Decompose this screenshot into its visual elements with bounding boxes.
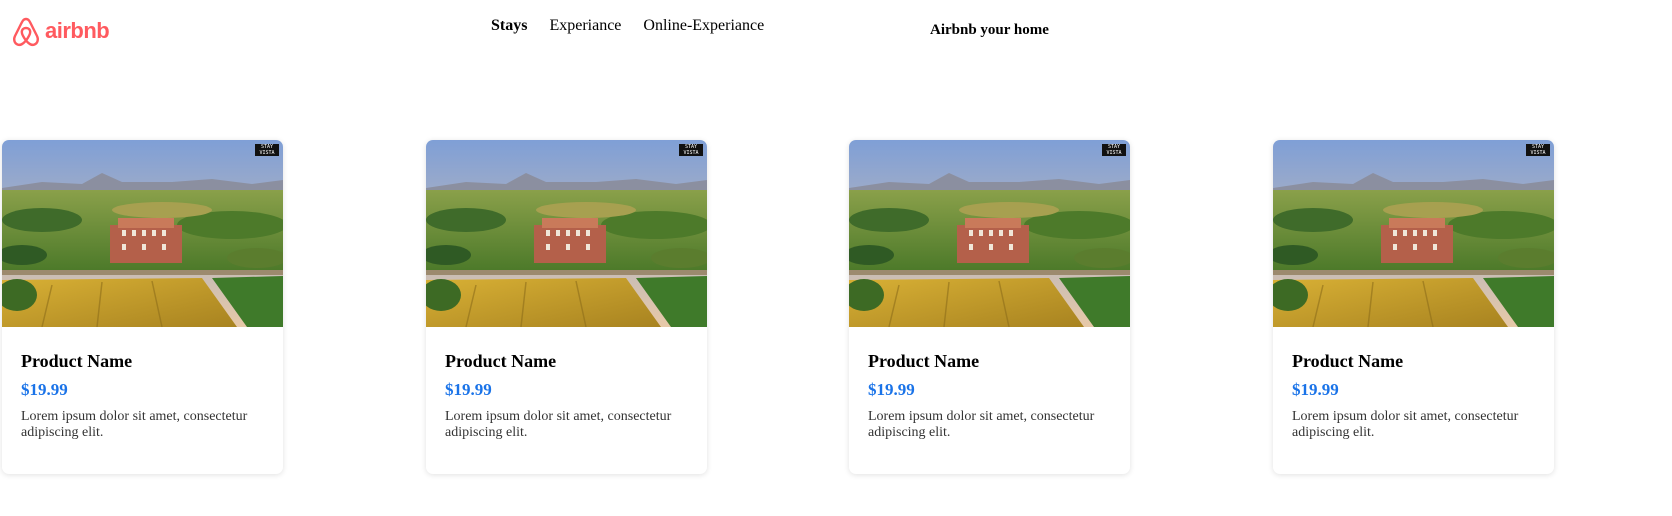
product-description: Lorem ipsum dolor sit amet, consectetur … [21,409,248,440]
product-price: $19.99 [21,380,68,399]
stay-vista-watermark: STAY VISTA [1102,144,1126,156]
aerial-farmhouse-photo [849,140,1130,327]
brand-name: airbnb [45,17,110,43]
product-image: STAY VISTA [1273,140,1554,327]
airbnb-logo[interactable]: airbnb [11,16,110,48]
main-nav: Stays Experiance Online-Experiance [491,17,764,35]
aerial-farmhouse-photo [1273,140,1554,327]
stay-vista-watermark: STAY VISTA [679,144,703,156]
nav-item-experiance[interactable]: Experiance [549,17,621,35]
airbnb-belo-icon [13,17,39,47]
product-image: STAY VISTA [849,140,1130,327]
aerial-farmhouse-photo [2,140,283,327]
product-price: $19.99 [1292,380,1339,399]
product-description: Lorem ipsum dolor sit amet, consectetur … [445,409,672,440]
stay-vista-watermark: STAY VISTA [255,144,279,156]
nav-item-stays[interactable]: Stays [491,17,527,35]
product-card[interactable]: STAY VISTA Product Name $19.99 Lorem ips… [849,140,1130,474]
product-name: Product Name [868,351,980,371]
product-price: $19.99 [868,380,915,399]
product-image: STAY VISTA [2,140,283,327]
product-description: Lorem ipsum dolor sit amet, consectetur … [1292,409,1519,440]
product-description: Lorem ipsum dolor sit amet, consectetur … [868,409,1095,440]
top-navigation-bar: airbnb Stays Experiance Online-Experianc… [0,0,1672,70]
product-name: Product Name [445,351,557,371]
product-card[interactable]: STAY VISTA Product Name $19.99 Lorem ips… [426,140,707,474]
stay-vista-watermark: STAY VISTA [1526,144,1550,156]
product-card[interactable]: STAY VISTA Product Name $19.99 Lorem ips… [2,140,283,474]
product-image: STAY VISTA [426,140,707,327]
airbnb-your-home-link[interactable]: Airbnb your home [930,22,1049,39]
product-price: $19.99 [445,380,492,399]
product-card[interactable]: STAY VISTA Product Name $19.99 Lorem ips… [1273,140,1554,474]
product-name: Product Name [1292,351,1404,371]
product-name: Product Name [21,351,133,371]
aerial-farmhouse-photo [426,140,707,327]
nav-item-online-experiance[interactable]: Online-Experiance [643,17,764,35]
